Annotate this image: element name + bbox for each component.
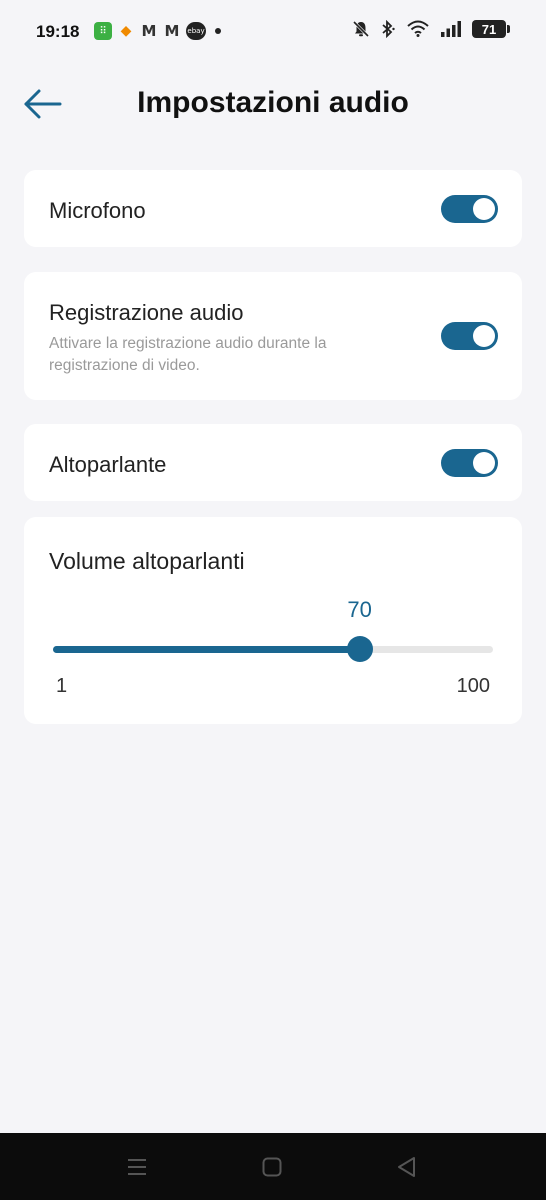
- volume-label: Volume altoparlanti: [49, 548, 245, 574]
- dot-icon: [215, 28, 221, 34]
- microphone-card: Microfono: [24, 170, 522, 247]
- home-button[interactable]: [260, 1155, 284, 1179]
- slider-fill: [53, 646, 360, 653]
- system-icons: 71: [352, 20, 510, 38]
- notification-icons: ⠿ ◆ M M ebay: [94, 22, 221, 40]
- recording-toggle[interactable]: [441, 322, 498, 350]
- back-icon: [398, 1157, 415, 1177]
- slider-thumb[interactable]: [346, 636, 373, 662]
- recents-button[interactable]: [125, 1155, 149, 1179]
- home-icon: [262, 1157, 282, 1177]
- volume-max: 100: [456, 675, 490, 697]
- gmail-icon: M: [164, 22, 180, 40]
- volume-min: 1: [56, 675, 68, 697]
- battery-icon: 71: [472, 20, 510, 38]
- bluetooth-icon: [382, 20, 395, 38]
- toggle-knob: [473, 325, 495, 347]
- speaker-card: Altoparlante: [24, 424, 522, 501]
- wifi-icon: [407, 20, 429, 37]
- recording-card: Registrazione audio Attivare la registra…: [24, 272, 522, 400]
- nav-back-button[interactable]: [395, 1155, 419, 1179]
- recording-label: Registrazione audio: [49, 300, 244, 325]
- volume-value: 70: [347, 597, 372, 622]
- app-header: Impostazioni audio: [0, 64, 546, 144]
- microphone-toggle[interactable]: [441, 195, 498, 223]
- ebay-icon: ebay: [186, 22, 206, 40]
- volume-card: Volume altoparlanti 70 1 100: [24, 517, 522, 724]
- orange-app-icon: ◆: [120, 23, 132, 39]
- speaker-label: Altoparlante: [49, 452, 167, 477]
- toggle-knob: [473, 198, 495, 220]
- gmail-icon: M: [141, 22, 157, 40]
- microphone-label: Microfono: [49, 198, 146, 223]
- volume-slider[interactable]: [53, 636, 493, 662]
- recording-description: Attivare la registrazione audio durante …: [49, 335, 327, 374]
- page-title: Impostazioni audio: [137, 86, 409, 119]
- status-time: 19:18: [36, 22, 80, 41]
- signal-icon: [441, 21, 461, 37]
- muted-bell-icon: [352, 20, 370, 38]
- menu-icon: [128, 1159, 146, 1175]
- navigation-bar: [0, 1133, 546, 1200]
- speaker-toggle[interactable]: [441, 449, 498, 477]
- grid-app-icon: ⠿: [94, 22, 112, 40]
- status-bar: 19:18 ⠿ ◆ M M ebay 71: [0, 0, 546, 64]
- toggle-knob: [473, 452, 495, 474]
